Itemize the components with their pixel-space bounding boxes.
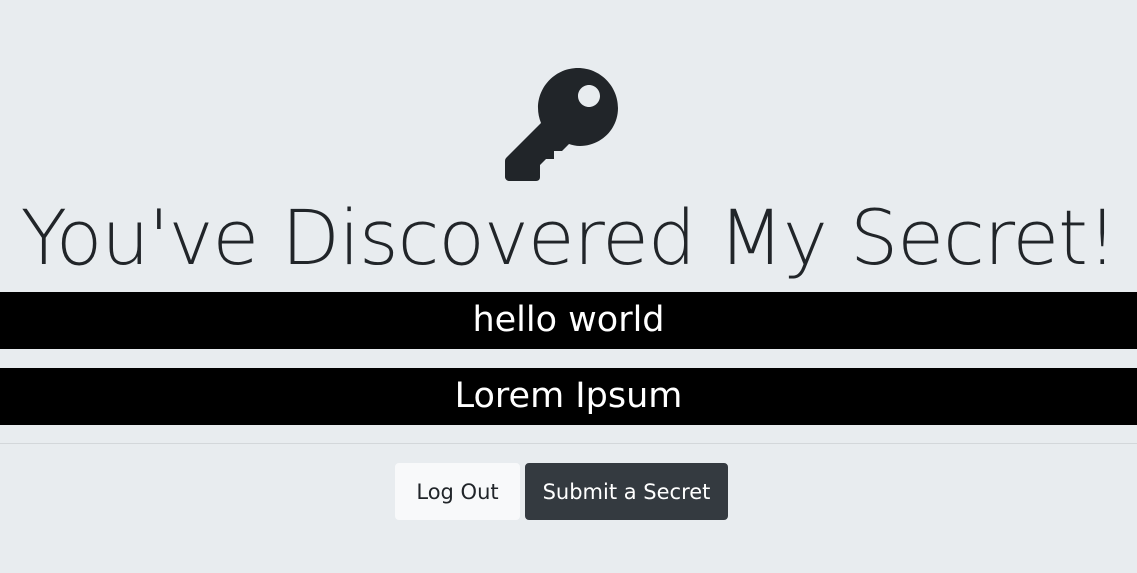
page-title: You've Discovered My Secret! — [20, 193, 1118, 282]
divider — [0, 443, 1137, 444]
logout-button[interactable]: Log Out — [395, 463, 520, 520]
secrets-jumbotron: You've Discovered My Secret! hello world… — [0, 0, 1137, 573]
submit-secret-button[interactable]: Submit a Secret — [525, 463, 728, 520]
key-icon — [505, 68, 618, 181]
secret-text: hello world — [0, 292, 1137, 349]
secret-text: Lorem Ipsum — [0, 368, 1137, 425]
